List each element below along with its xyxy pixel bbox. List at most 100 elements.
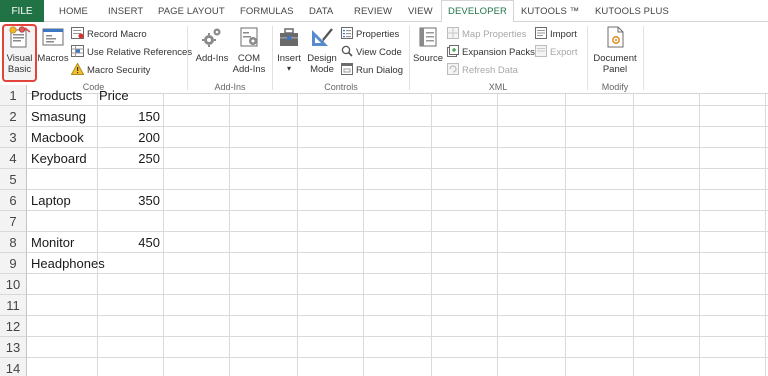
cell-column-a[interactable]: Smasung <box>31 106 86 127</box>
tab-review[interactable]: REVIEW <box>354 0 392 22</box>
visual-basic-button[interactable]: Visual Basic <box>4 26 35 75</box>
warning-icon <box>70 62 85 78</box>
row-header[interactable]: 7 <box>0 211 27 232</box>
run-dialog-icon <box>341 63 353 78</box>
group-separator <box>643 26 644 90</box>
design-mode-button[interactable]: Design Mode <box>305 26 339 75</box>
cell-column-b[interactable]: 200 <box>97 127 160 148</box>
use-relative-references-button[interactable]: Use Relative References <box>71 45 192 60</box>
macros-label: Macros <box>37 53 69 64</box>
properties-button[interactable]: Properties <box>341 27 399 42</box>
tab-home[interactable]: HOME <box>59 0 88 22</box>
cell-column-a[interactable]: Monitor <box>31 232 74 253</box>
cell-column-b[interactable] <box>97 358 160 376</box>
tab-view[interactable]: VIEW <box>408 0 433 22</box>
cell-column-b[interactable]: 150 <box>97 106 160 127</box>
cell-column-b[interactable] <box>97 295 160 316</box>
export-button[interactable]: Export <box>535 45 577 60</box>
row-header[interactable]: 13 <box>0 337 27 358</box>
tab-kutools-plus[interactable]: KUTOOLS PLUS <box>595 0 669 22</box>
expansion-packs-button[interactable]: Expansion Packs <box>447 45 535 60</box>
design-mode-icon <box>310 26 334 51</box>
com-add-ins-label-1: COM <box>237 53 261 64</box>
group-separator <box>187 26 188 90</box>
cell-column-a[interactable]: Keyboard <box>31 148 87 169</box>
refresh-data-button[interactable]: Refresh Data <box>447 63 518 78</box>
source-button[interactable]: Source <box>412 26 444 64</box>
row-header[interactable]: 6 <box>0 190 27 211</box>
row-header[interactable]: 3 <box>0 127 27 148</box>
row-header[interactable]: 10 <box>0 274 27 295</box>
row-header[interactable]: 2 <box>0 106 27 127</box>
cell-column-b[interactable] <box>97 169 160 190</box>
relative-references-icon <box>71 45 84 60</box>
group-label-modify: Modify <box>601 82 629 92</box>
cell-column-b[interactable] <box>97 211 160 232</box>
row-header[interactable]: 5 <box>0 169 27 190</box>
document-panel-label-2: Panel <box>602 64 628 75</box>
macros-button[interactable]: Macros <box>37 26 69 64</box>
toolbox-icon <box>277 26 301 51</box>
cell-column-a[interactable]: Products <box>31 85 82 106</box>
row-header[interactable]: 4 <box>0 148 27 169</box>
column-gridline <box>699 94 700 376</box>
cell-column-a[interactable]: Laptop <box>31 190 71 211</box>
refresh-data-label: Refresh Data <box>462 65 518 76</box>
map-properties-button[interactable]: Map Properties <box>447 27 526 42</box>
document-panel-label-1: Document <box>593 53 637 64</box>
com-add-ins-button[interactable]: COM Add-Ins <box>232 26 266 75</box>
view-code-button[interactable]: View Code <box>341 45 402 60</box>
cell-column-b[interactable] <box>97 274 160 295</box>
macros-icon <box>41 26 65 51</box>
cell-column-b[interactable]: 350 <box>97 190 160 211</box>
cell-column-b[interactable]: 450 <box>97 232 160 253</box>
ribbon-tab-bar: FILE HOME INSERT PAGE LAYOUT FORMULAS DA… <box>0 0 768 23</box>
macro-security-button[interactable]: Macro Security <box>70 62 150 78</box>
cell-column-b[interactable]: 250 <box>97 148 160 169</box>
visual-basic-label-2: Basic <box>7 64 32 75</box>
tab-insert[interactable]: INSERT <box>108 0 143 22</box>
insert-dropdown-arrow: ▾ <box>286 64 291 73</box>
cell-column-a[interactable]: Macbook <box>31 127 84 148</box>
row-header[interactable]: 11 <box>0 295 27 316</box>
row-header[interactable]: 1 <box>0 85 27 106</box>
insert-control-button[interactable]: Insert ▾ <box>275 26 303 73</box>
tab-page-layout[interactable]: PAGE LAYOUT <box>158 0 225 22</box>
record-macro-button[interactable]: Record Macro <box>71 27 147 42</box>
import-icon <box>535 27 547 42</box>
import-button[interactable]: Import <box>535 27 577 42</box>
refresh-icon <box>447 63 459 78</box>
row-header[interactable]: 12 <box>0 316 27 337</box>
ribbon-developer: Visual Basic Macros Record Macro Use Rel… <box>0 22 768 94</box>
cell-column-b[interactable] <box>97 253 160 274</box>
tab-formulas[interactable]: FORMULAS <box>240 0 294 22</box>
column-gridline <box>765 94 766 376</box>
tab-developer[interactable]: DEVELOPER <box>441 0 514 23</box>
use-relative-references-label: Use Relative References <box>87 47 193 58</box>
expansion-packs-label: Expansion Packs <box>462 47 535 58</box>
group-separator <box>272 26 273 90</box>
tab-file[interactable]: FILE <box>0 0 44 22</box>
column-gridline <box>163 94 164 376</box>
row-header[interactable]: 8 <box>0 232 27 253</box>
tab-data[interactable]: DATA <box>309 0 333 22</box>
run-dialog-button[interactable]: Run Dialog <box>341 63 403 78</box>
cell-column-a[interactable]: Headphones <box>31 253 105 274</box>
source-label: Source <box>412 53 444 64</box>
tab-kutools[interactable]: KUTOOLS ™ <box>521 0 579 22</box>
row-header[interactable]: 14 <box>0 358 27 376</box>
worksheet-grid[interactable]: 1 Products Price 2 Smasung 150 3 Macbook 200 4 Key… <box>0 85 768 376</box>
row-header[interactable]: 9 <box>0 253 27 274</box>
document-panel-button[interactable]: Document Panel <box>590 26 640 75</box>
cell-column-b[interactable] <box>97 316 160 337</box>
group-label-add-ins: Add-Ins <box>214 82 246 92</box>
document-panel-icon <box>603 26 627 51</box>
cell-column-b[interactable] <box>97 337 160 358</box>
design-mode-label-2: Mode <box>310 64 334 75</box>
com-add-ins-icon <box>237 26 261 51</box>
group-label-controls: Controls <box>324 82 358 92</box>
record-macro-icon <box>71 27 84 42</box>
add-ins-label: Add-Ins <box>195 53 229 64</box>
cell-column-b[interactable]: Price <box>99 85 162 106</box>
add-ins-button[interactable]: Add-Ins <box>193 26 231 64</box>
